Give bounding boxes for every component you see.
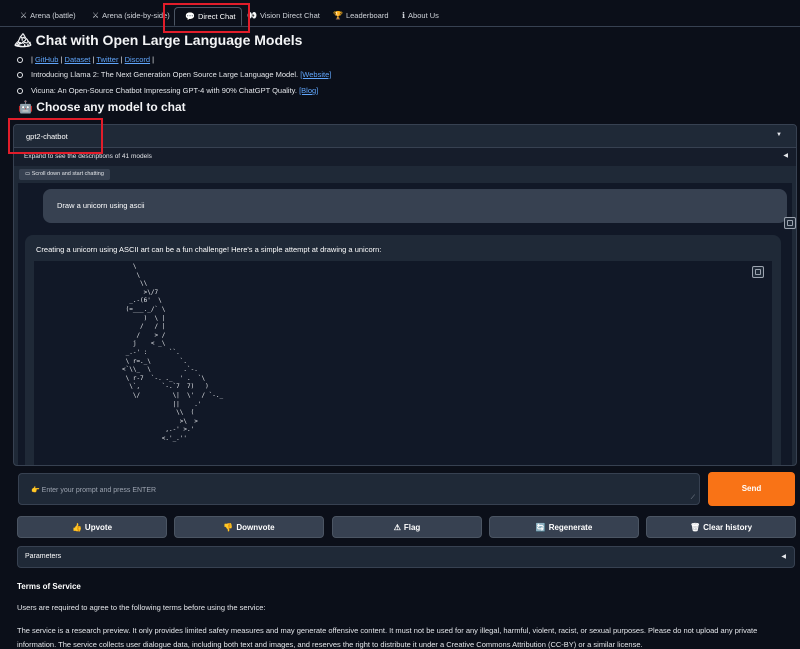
caret-left-icon: ◀ xyxy=(783,153,788,159)
separator: | xyxy=(120,55,123,64)
mountain-icon: 🏔 xyxy=(14,32,32,48)
website-link[interactable]: [Website] xyxy=(300,70,331,79)
chatbot-label-text: Scroll down and start chatting xyxy=(31,171,104,177)
terms-paragraph: information. The service collects user d… xyxy=(17,640,643,649)
tab-leaderboard[interactable]: 🏆 Leaderboard xyxy=(333,7,389,26)
tab-about-us[interactable]: ℹ About Us xyxy=(402,7,439,26)
separator: | xyxy=(92,55,95,64)
chatbot-label: ▭ Scroll down and start chatting xyxy=(19,169,110,180)
separator: | xyxy=(152,55,155,64)
twitter-link[interactable]: Twitter xyxy=(96,55,118,64)
caret-left-icon: ◀ xyxy=(781,554,786,560)
links-row: | GitHub | Dataset | Twitter | Discord | xyxy=(17,55,154,64)
refresh-icon: 🔄 xyxy=(535,523,546,532)
tab-label: Arena (battle) xyxy=(30,11,76,20)
user-message-text: Draw a unicorn using ascii xyxy=(57,201,145,210)
button-label: Downvote xyxy=(236,523,275,532)
bullet-icon xyxy=(17,57,23,64)
button-label: Upvote xyxy=(84,523,113,532)
section-title-text: Choose any model to chat xyxy=(36,100,186,114)
tab-label: About Us xyxy=(408,11,439,20)
tab-vision-direct-chat[interactable]: 👀 Vision Direct Chat xyxy=(247,7,320,26)
tab-label: Arena (side-by-side) xyxy=(102,11,170,20)
bot-message-text: Creating a unicorn using ASCII art can b… xyxy=(36,245,382,254)
tab-arena-side-by-side[interactable]: ⚔ Arena (side-by-side) xyxy=(92,7,170,26)
robot-icon: 🤖 xyxy=(18,100,33,114)
model-dropdown[interactable]: gpt2-chatbot ▼ xyxy=(14,125,796,148)
terms-paragraph: Users are required to agree to the follo… xyxy=(17,603,266,612)
model-descriptions-accordion[interactable]: Expand to see the descriptions of 41 mod… xyxy=(14,148,796,166)
tab-label: Direct Chat xyxy=(197,12,236,21)
swords-icon: ⚔ xyxy=(20,11,28,20)
caret-down-icon: ▼ xyxy=(776,132,782,138)
parameters-label: Parameters xyxy=(25,553,62,560)
regenerate-button[interactable]: 🔄 Regenerate xyxy=(489,516,639,538)
github-link[interactable]: GitHub xyxy=(35,55,58,64)
thumbs-up-icon: 👍 xyxy=(71,523,82,532)
send-button[interactable]: Send xyxy=(708,472,795,506)
bot-message: Creating a unicorn using ASCII art can b… xyxy=(25,235,781,465)
parameters-accordion[interactable]: Parameters ◀ xyxy=(17,546,795,568)
bullet-icon xyxy=(17,88,23,95)
button-label: Regenerate xyxy=(548,523,593,532)
blog-link[interactable]: [Blog] xyxy=(299,86,318,95)
chat-bubble-icon: ▭ xyxy=(25,171,31,177)
discord-link[interactable]: Discord xyxy=(125,55,150,64)
accordion-label: Expand to see the descriptions of 41 mod… xyxy=(24,153,152,160)
downvote-button[interactable]: 👎 Downvote xyxy=(174,516,324,538)
button-label: Clear history xyxy=(703,523,753,532)
eyes-icon: 👀 xyxy=(247,11,257,20)
tab-label: Vision Direct Chat xyxy=(259,11,320,20)
speech-bubble-icon: 💬 xyxy=(185,12,195,21)
ascii-art: \ \ \\ >\/7 _.-(6' \ (=___._/` \ ) \ | /… xyxy=(122,263,224,442)
news-item-vicuna: Vicuna: An Open-Source Chatbot Impressin… xyxy=(17,86,318,95)
info-icon: ℹ xyxy=(402,11,406,20)
chatbot-area[interactable]: Draw a unicorn using ascii Creating a un… xyxy=(18,183,796,465)
chat-panel: gpt2-chatbot ▼ Expand to see the descrip… xyxy=(13,124,797,466)
bullet-icon xyxy=(17,72,23,79)
swords-icon: ⚔ xyxy=(92,11,100,20)
warning-icon: ⚠ xyxy=(393,523,401,532)
tab-direct-chat[interactable]: 💬 Direct Chat xyxy=(174,7,242,26)
tab-bar: ⚔ Arena (battle) ⚔ Arena (side-by-side) 💬 D… xyxy=(0,0,800,27)
user-message: Draw a unicorn using ascii xyxy=(43,189,787,223)
dataset-link[interactable]: Dataset xyxy=(65,55,91,64)
section-title: 🤖 Choose any model to chat xyxy=(18,100,186,114)
button-label: Flag xyxy=(403,523,421,532)
page-title-text: Chat with Open Large Language Models xyxy=(35,32,303,48)
tab-arena-battle[interactable]: ⚔ Arena (battle) xyxy=(20,7,76,26)
code-block: \ \ \\ >\/7 _.-(6' \ (=___._/` \ ) \ | /… xyxy=(34,261,772,465)
terms-paragraph: The service is a research preview. It on… xyxy=(17,626,758,635)
separator: | xyxy=(60,55,63,64)
model-dropdown-value: gpt2-chatbot xyxy=(26,132,68,141)
separator: | xyxy=(31,55,33,64)
trash-icon: 🗑 xyxy=(689,523,701,532)
thumbs-down-icon: 👎 xyxy=(223,523,234,532)
prompt-input-box: ⟋ xyxy=(18,473,700,505)
flag-button[interactable]: ⚠ Flag xyxy=(332,516,482,538)
tab-label: Leaderboard xyxy=(345,11,389,20)
news-text: Introducing Llama 2: The Next Generation… xyxy=(31,70,299,79)
copy-code-icon[interactable] xyxy=(752,266,764,278)
resize-handle-icon[interactable]: ⟋ xyxy=(691,495,695,502)
news-item-llama2: Introducing Llama 2: The Next Generation… xyxy=(17,70,331,79)
clear-history-button[interactable]: 🗑 Clear history xyxy=(646,516,796,538)
terms-heading: Terms of Service xyxy=(17,582,81,591)
page-title: 🏔 Chat with Open Large Language Models xyxy=(14,32,302,49)
upvote-button[interactable]: 👍 Upvote xyxy=(17,516,167,538)
copy-icon[interactable] xyxy=(784,217,796,229)
trophy-icon: 🏆 xyxy=(333,11,343,20)
news-text: Vicuna: An Open-Source Chatbot Impressin… xyxy=(31,86,297,95)
prompt-input[interactable] xyxy=(29,482,683,498)
